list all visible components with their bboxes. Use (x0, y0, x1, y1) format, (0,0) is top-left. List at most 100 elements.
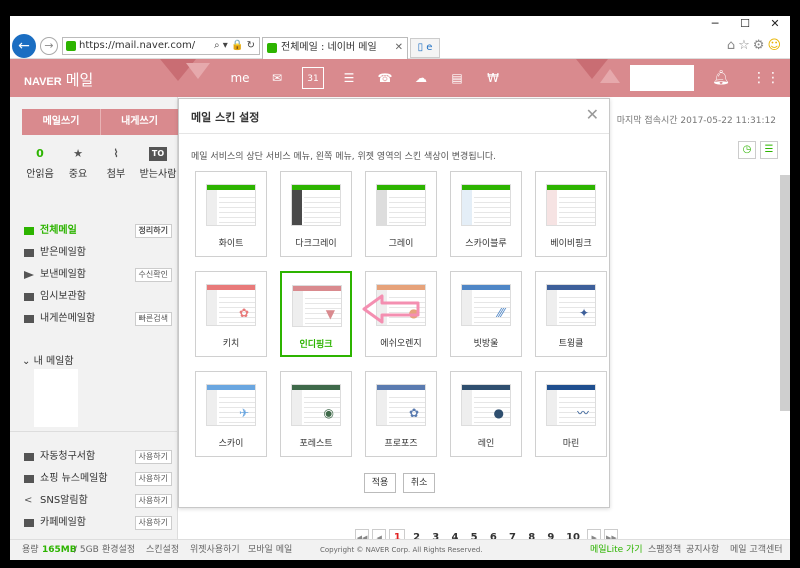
attachment-filter[interactable]: ⌇ 첨부 (98, 147, 134, 180)
pay-icon[interactable]: ₩ (482, 67, 504, 89)
skin-side-panel (207, 290, 217, 325)
unread-filter[interactable]: 0 안읽음 (22, 147, 58, 180)
use-button[interactable]: 사용하기 (134, 516, 172, 530)
home-icon[interactable]: ⌂ (727, 38, 738, 53)
skin-option[interactable]: 베이비핑크 (535, 171, 607, 257)
account-box[interactable] (630, 65, 694, 91)
me-icon[interactable]: me (229, 67, 251, 89)
folder-inbox[interactable]: 받은메일함 (22, 243, 172, 263)
used-capacity: 165MB (42, 545, 77, 555)
list-view-icon[interactable]: ☰ (760, 141, 778, 159)
folder-drafts[interactable]: 임시보관함 (22, 287, 172, 307)
inbox-icon (24, 249, 34, 257)
apps-grid-icon[interactable]: ⋮⋮ (752, 67, 780, 89)
skin-side-panel (293, 291, 303, 326)
settings-link[interactable]: 환경설정 (102, 540, 135, 560)
shopping-bag-icon (24, 475, 34, 483)
skin-option[interactable]: 다크그레이 (280, 171, 352, 257)
skin-label: 트윙클 (558, 339, 584, 349)
calendar-icon[interactable]: 31 (302, 67, 324, 89)
settings-gear-icon[interactable]: ⚙ (753, 38, 768, 53)
header-decoration (600, 69, 620, 83)
skin-option[interactable]: ▼ 인디핑크 (280, 271, 352, 357)
read-receipt-button[interactable]: 수신확인 (134, 268, 172, 282)
url-tools[interactable]: ⌕ ▾ 🔒 ↻ (214, 38, 255, 54)
close-icon[interactable]: ✕ (586, 105, 599, 124)
self-mail-icon (24, 315, 34, 323)
organize-button[interactable]: 정리하기 (134, 224, 172, 238)
skin-option[interactable]: ⁄⁄⁄ 빗방울 (450, 271, 522, 357)
dialog-description: 메일 서비스의 상단 서비스 메뉴, 왼쪽 메뉴, 위젯 영역의 스킨 색상이 … (191, 152, 497, 162)
new-tab-button[interactable]: ▯ e (410, 38, 440, 58)
use-button[interactable]: 사용하기 (134, 450, 172, 464)
minimize-button[interactable]: ─ (700, 16, 730, 31)
browser-tab[interactable]: 전체메일 : 네이버 메일 ✕ (262, 37, 408, 59)
address-bar: ← → https://mail.naver.com/ ⌕ ▾ 🔒 ↻ 전체메일… (10, 31, 790, 59)
use-button[interactable]: 사용하기 (134, 472, 172, 486)
skin-label: 빗방울 (473, 339, 499, 349)
close-window-button[interactable]: ✕ (760, 16, 790, 31)
skin-option[interactable]: ✦ 트윙클 (535, 271, 607, 357)
folder-all-mail[interactable]: 전체메일 정리하기 (22, 221, 172, 241)
tab-favicon-icon (267, 43, 277, 53)
skin-option[interactable]: 그레이 (365, 171, 437, 257)
cloud-icon[interactable]: ☁ (410, 67, 432, 89)
back-button[interactable]: ← (12, 34, 36, 58)
skin-list-lines (559, 293, 595, 325)
mobile-mail-link[interactable]: 모바일 메일 (248, 540, 292, 560)
apply-button[interactable]: 적용 (364, 473, 396, 493)
skin-thumbnail (291, 184, 341, 226)
tab-close-icon[interactable]: ✕ (395, 38, 403, 58)
spam-policy-link[interactable]: 스팸정책 (648, 540, 681, 560)
skin-option[interactable]: 화이트 (195, 171, 267, 257)
skin-decoration-icon: 〰 (576, 406, 589, 420)
important-filter[interactable]: ★ 중요 (60, 147, 96, 180)
skin-option[interactable]: ✿ 프로포즈 (365, 371, 437, 457)
clock-icon[interactable]: ◷ (738, 141, 756, 159)
skin-option[interactable]: ✿ 키치 (195, 271, 267, 357)
recipient-filter[interactable]: TO 받는사람 (136, 147, 180, 180)
url-field[interactable]: https://mail.naver.com/ ⌕ ▾ 🔒 ↻ (62, 37, 260, 55)
skin-thumbnail: ✿ (206, 284, 256, 326)
star-icon: ★ (73, 147, 83, 160)
naver-logo[interactable]: NAVER 메일 (24, 69, 93, 90)
maximize-button[interactable]: ☐ (730, 16, 760, 31)
quick-search-button[interactable]: 빠른검색 (134, 312, 172, 326)
skin-option[interactable]: 스카이블루 (450, 171, 522, 257)
skin-side-panel (462, 190, 472, 225)
tab-title: 전체메일 : 네이버 메일 (281, 42, 377, 53)
folder-shopping[interactable]: 쇼핑 뉴스메일함 사용하기 (22, 469, 172, 489)
folder-sent[interactable]: 보낸메일함 수신확인 (22, 265, 172, 285)
smiley-icon[interactable]: ☺ (767, 38, 784, 53)
mail-lite-link[interactable]: 메일Lite 가기 (590, 540, 643, 560)
help-center-link[interactable]: 메일 고객센터 (730, 540, 783, 560)
skin-option[interactable]: ● 레인 (450, 371, 522, 457)
skin-option[interactable]: ✈ 스카이 (195, 371, 267, 457)
notification-bell-icon[interactable]: 🔔︎ (710, 67, 732, 89)
memo-icon[interactable]: ▤ (446, 67, 468, 89)
folder-cafe[interactable]: 카페메일함 사용하기 (22, 513, 172, 533)
contacts-icon[interactable]: ☰ (338, 67, 360, 89)
forward-button[interactable]: → (40, 37, 58, 55)
widget-link[interactable]: 위젯사용하기 (190, 540, 240, 560)
folder-auto-bills[interactable]: 자동청구서함 사용하기 (22, 447, 172, 467)
notice-link[interactable]: 공지사항 (686, 540, 719, 560)
my-folders-toggle[interactable]: ⌄ 내 메일함 (22, 352, 74, 367)
mail-icon[interactable]: ✉ (266, 67, 288, 89)
compose-button[interactable]: 메일쓰기 (22, 109, 100, 135)
skin-side-panel (547, 390, 557, 425)
use-button[interactable]: 사용하기 (134, 494, 172, 508)
cancel-button[interactable]: 취소 (403, 473, 436, 493)
phone-icon[interactable]: ☎ (374, 67, 396, 89)
skin-label: 에쉬오렌지 (380, 339, 422, 349)
skin-settings-link[interactable]: 스킨설정 (146, 540, 179, 560)
skin-label: 마린 (562, 439, 580, 449)
skin-option[interactable]: 〰 마린 (535, 371, 607, 457)
send-to-self-button[interactable]: 내게쓰기 (100, 109, 178, 135)
skin-option[interactable]: ◉ 포레스트 (280, 371, 352, 457)
skin-side-panel (547, 190, 557, 225)
folder-sns[interactable]: < SNS알림함 사용하기 (22, 491, 172, 511)
folder-self[interactable]: 내게쓴메일함 빠른검색 (22, 309, 172, 329)
favorites-star-icon[interactable]: ☆ (738, 38, 753, 53)
scrollbar[interactable] (780, 175, 790, 411)
